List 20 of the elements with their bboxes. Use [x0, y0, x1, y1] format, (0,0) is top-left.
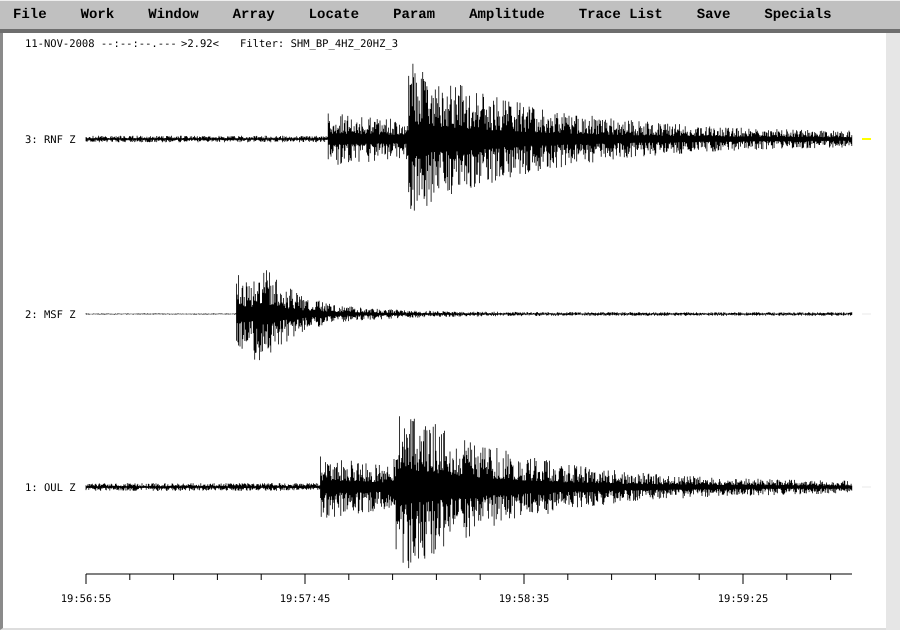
menu-item[interactable]: Trace List	[578, 7, 663, 23]
time-label: 19:56:55	[60, 593, 112, 605]
menu-item[interactable]: Save	[696, 7, 730, 23]
time-label: 19:58:35	[498, 593, 550, 605]
menu-item[interactable]: Param	[393, 7, 436, 23]
trace-label: 2: MSF Z	[25, 309, 76, 321]
menu-item[interactable]: Locate	[308, 7, 360, 23]
menu-item[interactable]: File	[13, 7, 47, 23]
menu-item[interactable]: Work	[80, 7, 114, 23]
time-label: 19:59:25	[718, 593, 768, 605]
menu-item[interactable]: Amplitude	[469, 7, 545, 23]
trace-label: 1: OUL Z	[25, 482, 76, 494]
menu-item[interactable]: Window	[148, 7, 199, 23]
scale-label: >2.92<	[181, 38, 219, 50]
menu-item[interactable]: Specials	[764, 7, 832, 23]
filter-label: Filter: SHM_BP_4HZ_20HZ_3	[240, 38, 398, 50]
menu-item[interactable]: Array	[232, 7, 275, 23]
trace-label: 3: RNF Z	[25, 134, 76, 146]
date-label: 11-NOV-2008 --:--:--.---	[25, 38, 177, 50]
time-label: 19:57:45	[280, 593, 330, 605]
